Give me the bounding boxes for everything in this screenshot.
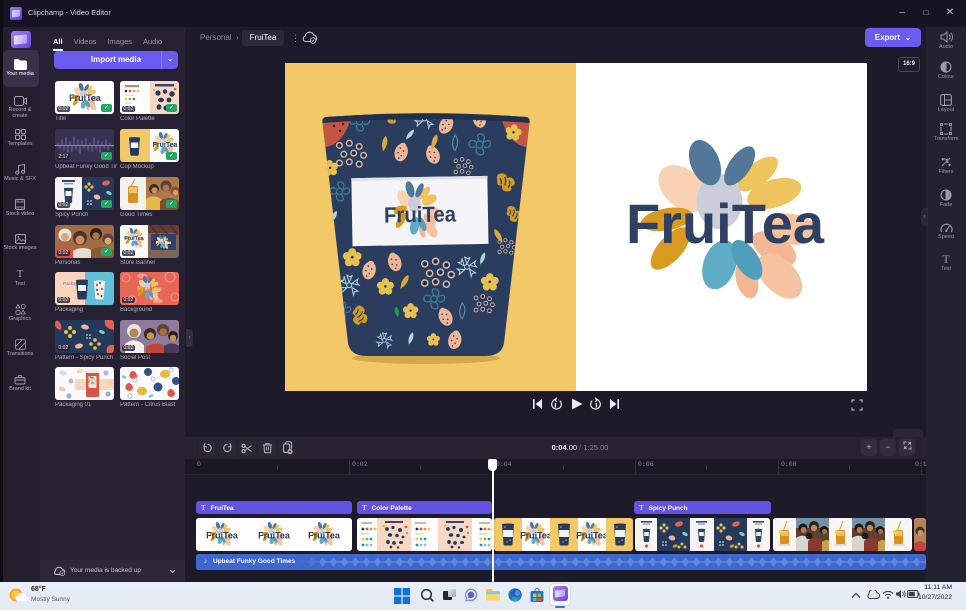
svg-text:FruiTea: FruiTea xyxy=(137,286,162,293)
svg-text:FruiTea: FruiTea xyxy=(384,201,457,227)
svg-text:FruiTea: FruiTea xyxy=(69,93,102,103)
svg-text:FruiTea: FruiTea xyxy=(156,240,172,245)
svg-text:FruiTea: FruiTea xyxy=(124,236,144,242)
svg-text:FruiTea: FruiTea xyxy=(153,142,178,149)
svg-text:FruiTea: FruiTea xyxy=(626,192,825,255)
